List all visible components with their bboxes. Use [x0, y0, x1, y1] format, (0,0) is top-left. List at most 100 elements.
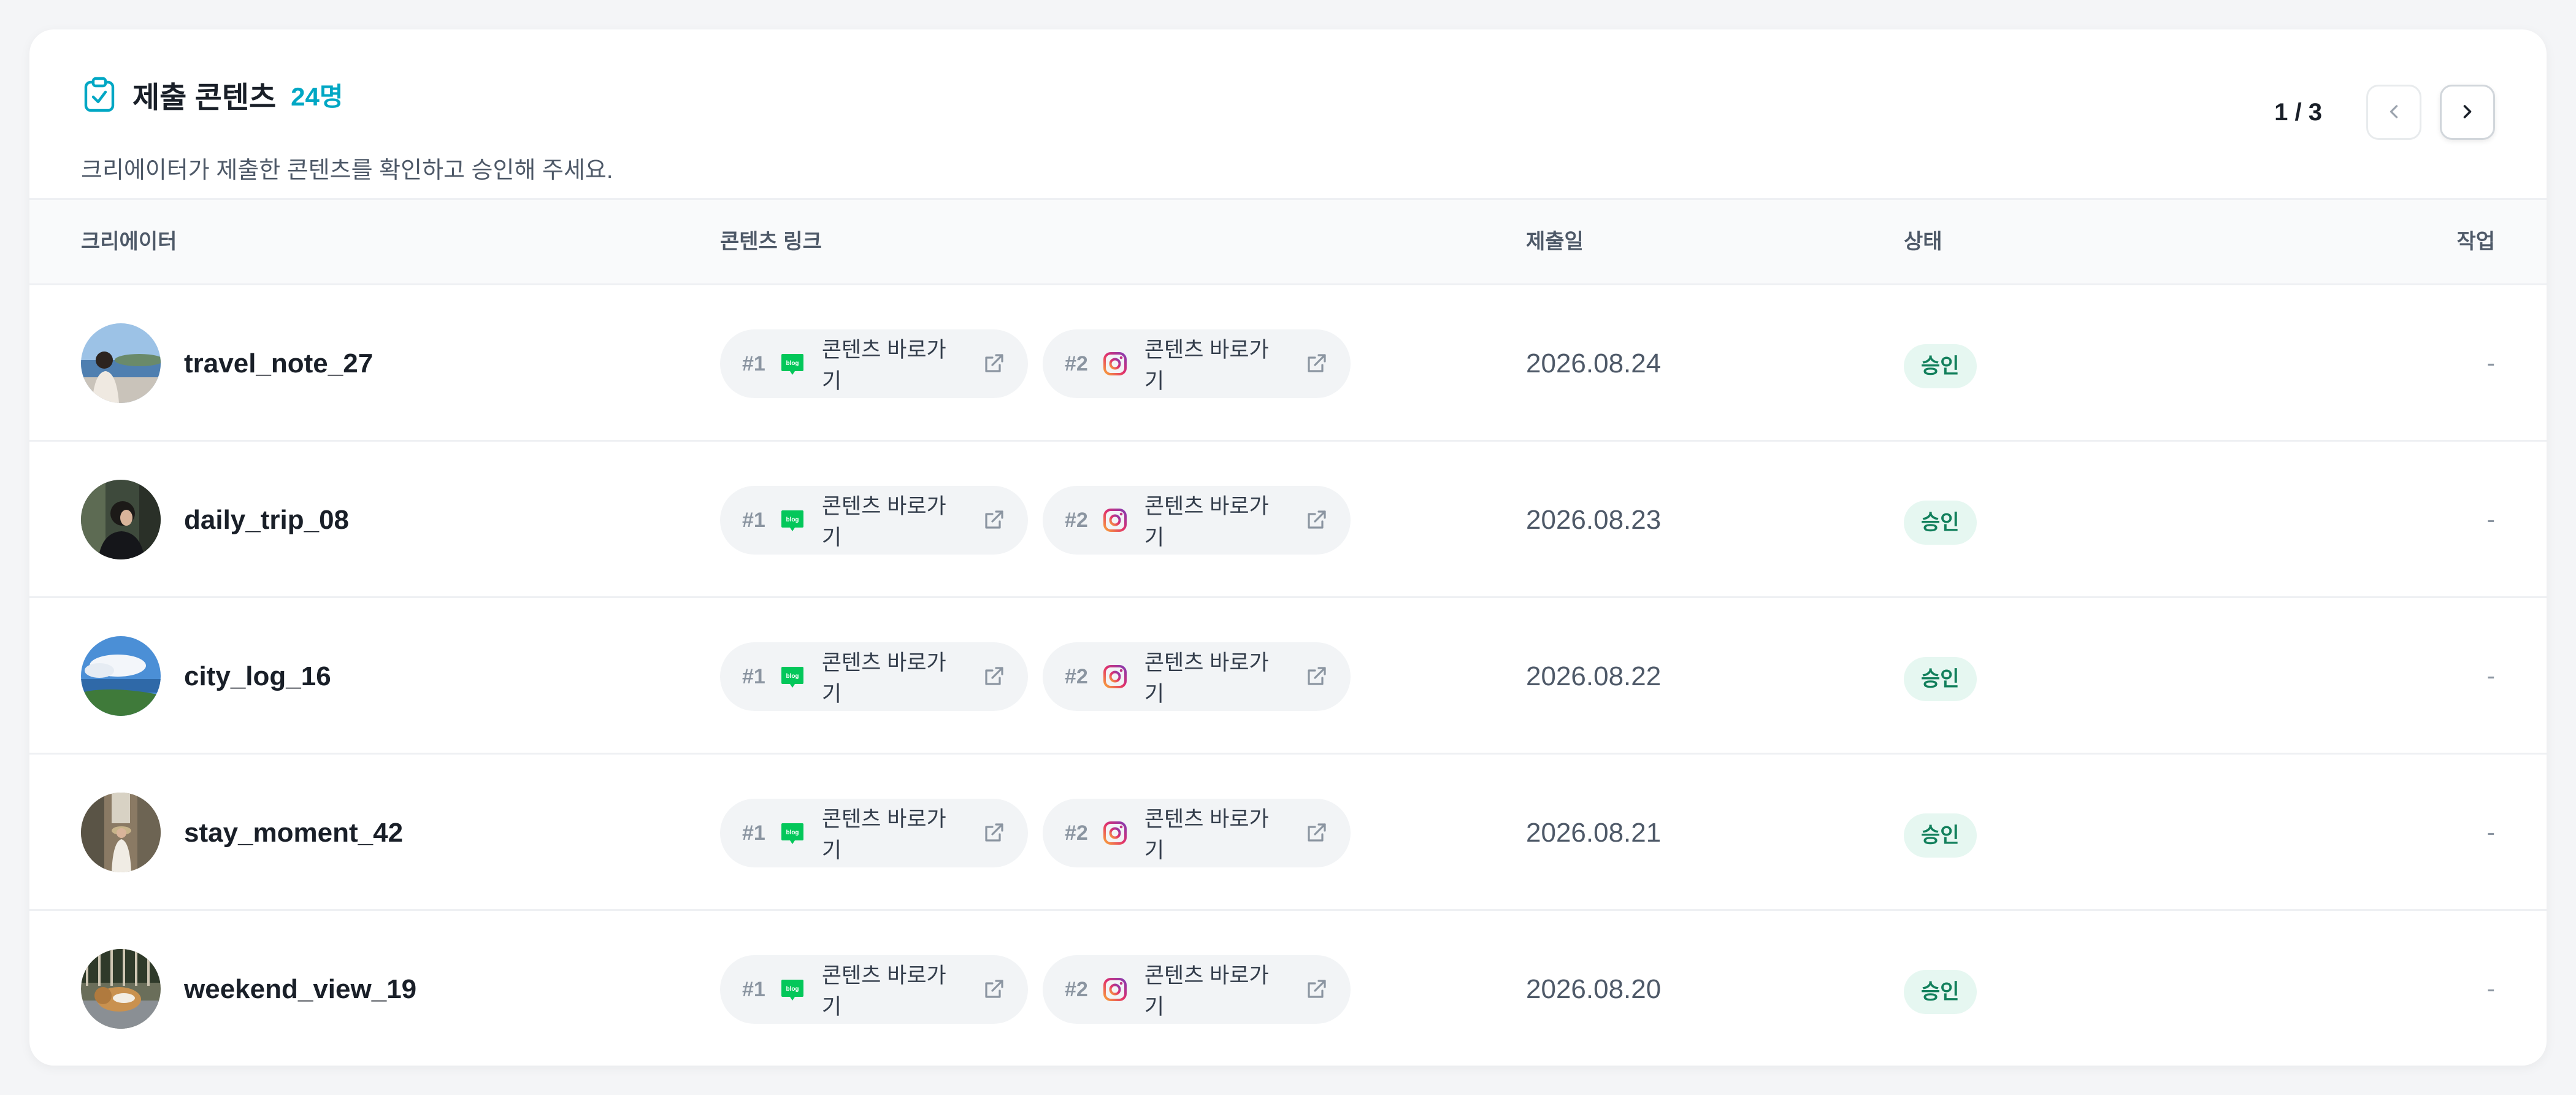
status-badge: 승인 — [1904, 970, 1977, 1014]
title-row: 제출 콘텐츠 24명 — [81, 69, 343, 120]
link-number: #1 — [742, 664, 765, 688]
instagram-icon — [1102, 663, 1129, 690]
link-label: 콘텐츠 바로가기 — [1144, 338, 1269, 393]
content-links: #1 blog 콘텐츠 바로가기 #2 콘텐츠 바로가기 — [720, 329, 1365, 398]
link-label: 콘텐츠 바로가기 — [1144, 964, 1269, 1019]
column-header-action: 작업 — [2456, 230, 2495, 253]
chevron-left-icon — [2385, 102, 2403, 123]
link-number: #1 — [742, 352, 765, 375]
external-link-icon — [981, 977, 1006, 1002]
submit-date: 2026.08.21 — [1526, 818, 1662, 848]
link-label: 콘텐츠 바로가기 — [1144, 807, 1269, 863]
instagram-icon — [1102, 507, 1129, 534]
column-header-creator: 크리에이터 — [81, 230, 177, 253]
content-links: #1 blog 콘텐츠 바로가기 #2 콘텐츠 바로가기 — [720, 799, 1365, 867]
avatar — [81, 793, 161, 872]
external-link-icon — [981, 352, 1006, 376]
action-cell: - — [2486, 819, 2495, 846]
link-label: 콘텐츠 바로가기 — [1144, 651, 1269, 706]
avatar — [81, 636, 161, 716]
submitted-content-card: 제출 콘텐츠 24명 크리에이터가 제출한 콘텐츠를 확인하고 승인해 주세요.… — [29, 29, 2547, 1066]
content-links: #1 blog 콘텐츠 바로가기 #2 콘텐츠 바로가기 — [720, 955, 1365, 1024]
status-badge: 승인 — [1904, 657, 1977, 701]
avatar — [81, 949, 161, 1029]
table-row: daily_trip_08 #1 blog 콘텐츠 바로가기 #2 콘텐츠 바로… — [29, 442, 2547, 598]
content-link-chip[interactable]: #1 blog 콘텐츠 바로가기 — [720, 955, 1028, 1024]
external-link-icon — [1304, 977, 1328, 1002]
submit-date: 2026.08.22 — [1526, 661, 1662, 691]
page-subtitle: 크리에이터가 제출한 콘텐츠를 확인하고 승인해 주세요. — [81, 158, 613, 183]
naver-blog-icon: blog — [779, 820, 806, 847]
content-link-chip[interactable]: #2 콘텐츠 바로가기 — [1043, 486, 1351, 555]
link-number: #2 — [1065, 821, 1088, 845]
clipboard-check-icon — [81, 76, 118, 113]
chevron-right-icon — [2458, 102, 2477, 123]
table-row: travel_note_27 #1 blog 콘텐츠 바로가기 #2 콘텐츠 바… — [29, 285, 2547, 442]
column-header-status: 상태 — [1904, 230, 1942, 253]
column-header-link: 콘텐츠 링크 — [720, 230, 822, 253]
svg-text:blog: blog — [786, 673, 799, 680]
table-row: city_log_16 #1 blog 콘텐츠 바로가기 #2 콘텐츠 바로가기… — [29, 598, 2547, 755]
link-number: #2 — [1065, 352, 1088, 375]
creator-name: stay_moment_42 — [184, 818, 404, 848]
next-page-button[interactable] — [2440, 85, 2495, 140]
action-cell: - — [2486, 506, 2495, 533]
table-row: stay_moment_42 #1 blog 콘텐츠 바로가기 #2 콘텐츠 바… — [29, 755, 2547, 911]
external-link-icon — [981, 508, 1006, 532]
page-title: 제출 콘텐츠 — [132, 82, 277, 114]
content-link-chip[interactable]: #2 콘텐츠 바로가기 — [1043, 799, 1351, 867]
link-number: #2 — [1065, 664, 1088, 688]
content-link-chip[interactable]: #2 콘텐츠 바로가기 — [1043, 955, 1351, 1024]
creator-name: city_log_16 — [184, 661, 331, 691]
content-link-chip[interactable]: #2 콘텐츠 바로가기 — [1043, 329, 1351, 398]
external-link-icon — [1304, 508, 1328, 532]
status-badge: 승인 — [1904, 501, 1977, 545]
action-cell: - — [2486, 663, 2495, 690]
naver-blog-icon: blog — [779, 663, 806, 690]
creator-name: daily_trip_08 — [184, 505, 350, 535]
content-link-chip[interactable]: #1 blog 콘텐츠 바로가기 — [720, 486, 1028, 555]
status-badge: 승인 — [1904, 344, 1977, 388]
creator-name: weekend_view_19 — [184, 974, 417, 1004]
content-link-chip[interactable]: #1 blog 콘텐츠 바로가기 — [720, 799, 1028, 867]
content-links: #1 blog 콘텐츠 바로가기 #2 콘텐츠 바로가기 — [720, 486, 1365, 555]
external-link-icon — [1304, 664, 1328, 689]
creator-count: 24명 — [291, 82, 343, 111]
link-label: 콘텐츠 바로가기 — [1144, 494, 1269, 550]
external-link-icon — [1304, 821, 1328, 845]
svg-text:blog: blog — [786, 829, 799, 836]
instagram-icon — [1102, 820, 1129, 847]
naver-blog-icon: blog — [779, 350, 806, 377]
creator-name: travel_note_27 — [184, 348, 374, 378]
content-link-chip[interactable]: #2 콘텐츠 바로가기 — [1043, 642, 1351, 711]
avatar — [81, 323, 161, 403]
content-link-chip[interactable]: #1 blog 콘텐츠 바로가기 — [720, 642, 1028, 711]
column-header-date: 제출일 — [1526, 230, 1584, 253]
table-header: 크리에이터 콘텐츠 링크 제출일 상태 작업 — [29, 200, 2547, 285]
table-row: weekend_view_19 #1 blog 콘텐츠 바로가기 #2 콘텐츠 … — [29, 911, 2547, 1066]
card-header: 제출 콘텐츠 24명 크리에이터가 제출한 콘텐츠를 확인하고 승인해 주세요.… — [29, 29, 2547, 200]
avatar — [81, 480, 161, 559]
pagination: 1 / 3 — [2274, 85, 2495, 140]
link-label: 콘텐츠 바로가기 — [821, 338, 946, 393]
link-number: #2 — [1065, 977, 1088, 1001]
external-link-icon — [981, 664, 1006, 689]
link-label: 콘텐츠 바로가기 — [821, 807, 946, 863]
prev-page-button[interactable] — [2366, 85, 2421, 140]
naver-blog-icon: blog — [779, 507, 806, 534]
svg-text:blog: blog — [786, 517, 799, 523]
svg-text:blog: blog — [786, 360, 799, 367]
table-body: travel_note_27 #1 blog 콘텐츠 바로가기 #2 콘텐츠 바… — [29, 285, 2547, 1066]
page-indicator: 1 / 3 — [2274, 98, 2322, 126]
submit-date: 2026.08.24 — [1526, 348, 1662, 378]
link-number: #1 — [742, 508, 765, 532]
content-links: #1 blog 콘텐츠 바로가기 #2 콘텐츠 바로가기 — [720, 642, 1365, 711]
action-cell: - — [2486, 975, 2495, 1002]
action-cell: - — [2486, 350, 2495, 377]
instagram-icon — [1102, 350, 1129, 377]
instagram-icon — [1102, 976, 1129, 1003]
submit-date: 2026.08.20 — [1526, 974, 1662, 1004]
svg-text:blog: blog — [786, 986, 799, 993]
content-link-chip[interactable]: #1 blog 콘텐츠 바로가기 — [720, 329, 1028, 398]
naver-blog-icon: blog — [779, 976, 806, 1003]
